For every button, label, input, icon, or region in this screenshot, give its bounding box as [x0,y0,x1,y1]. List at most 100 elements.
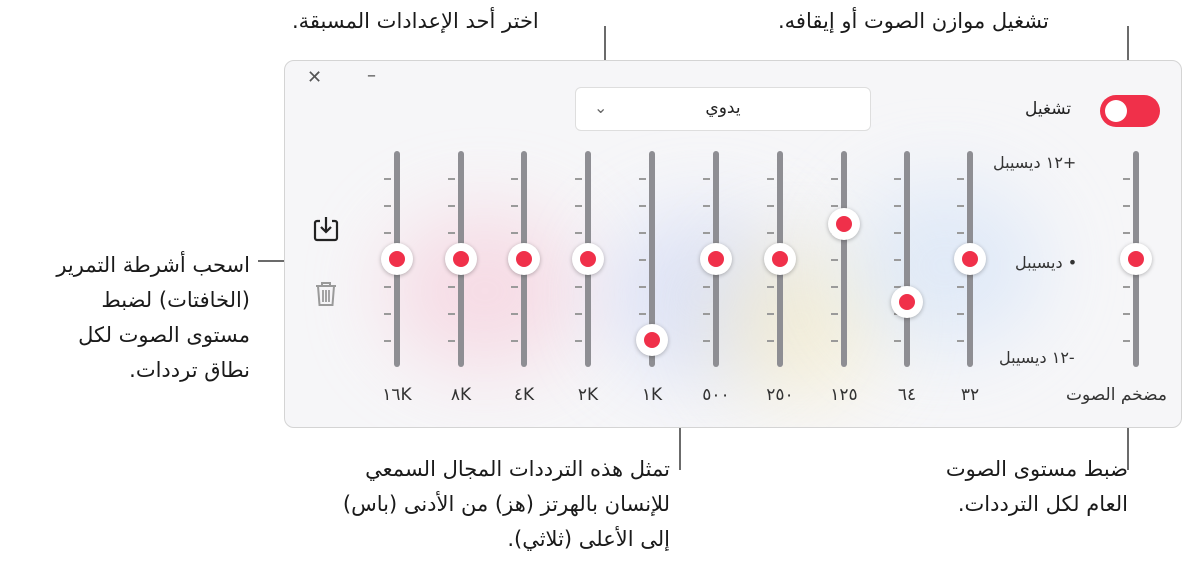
band-slider-8-thumb[interactable] [445,243,477,275]
tick-mark [448,205,455,207]
frequency-label: ٦٤ [897,385,917,405]
frequency-label: ٥٠٠ [702,385,730,405]
band-slider-1-track[interactable] [904,151,910,367]
tick-mark [384,286,391,288]
band-slider-6-thumb[interactable] [572,243,604,275]
tick-mark [831,205,838,207]
frequency-label: ١٦K [382,385,412,405]
toggle-label: تشغيل [1025,99,1072,119]
tick-mark [831,178,838,180]
tick-mark [639,313,646,315]
equalizer-toggle[interactable] [1100,95,1160,127]
toggle-knob [1105,100,1127,122]
preamp-label: مضخم الصوت [1066,385,1167,405]
tick-mark [639,286,646,288]
callout-frequencies: تمثل هذه الترددات المجال السمعي للإنسان … [270,452,670,557]
callout-sliders: اسحب أشرطة التمرير (الخافتات) لضبط مستوى… [10,248,250,388]
band-slider-3-thumb[interactable] [764,243,796,275]
preamp-slider-thumb[interactable] [1120,243,1152,275]
tick-mark [511,340,518,342]
tick-mark [957,286,964,288]
callout-frequencies-line: إلى الأعلى (ثلاثي). [507,527,670,551]
callout-sliders-line: اسحب أشرطة التمرير [56,253,250,277]
background-glow [385,211,585,371]
callout-preamp-line: ضبط مستوى الصوت [945,457,1128,481]
tick-mark [703,313,710,315]
tick-mark [511,178,518,180]
equalizer-window: ✕ – ⌄ يدوي تشغيل +١٢ ديسيبل • ديسيبل -١٢… [284,60,1182,428]
tick-mark [575,313,582,315]
tick-mark [575,205,582,207]
tick-mark [894,340,901,342]
callout-preset: اختر أحد الإعدادات المسبقة. [292,9,539,33]
band-slider-4-thumb[interactable] [700,243,732,275]
tick-mark [639,178,646,180]
tick-mark [1123,340,1130,342]
minimize-icon[interactable]: – [367,65,376,86]
callout-frequencies-line: للإنسان بالهرتز (هز) من الأدنى (باس) [342,492,670,516]
tick-mark [1123,286,1130,288]
band-slider-2-thumb[interactable] [828,208,860,241]
tick-mark [575,178,582,180]
tick-mark [639,259,646,261]
tick-mark [894,205,901,207]
frequency-label: ٢K [577,385,599,405]
tick-mark [511,313,518,315]
tick-mark [767,313,774,315]
frequency-label: ١K [641,385,663,405]
tick-mark [384,313,391,315]
tick-mark [1123,178,1130,180]
tick-mark [575,340,582,342]
band-slider-2-track[interactable] [841,151,847,367]
tick-mark [448,232,455,234]
frequency-label: ١٢٥ [830,385,858,405]
tick-mark [575,286,582,288]
callout-preamp: ضبط مستوى الصوت العام لكل الترددات. [882,452,1128,522]
save-download-icon[interactable] [312,215,340,249]
tick-mark [894,232,901,234]
tick-mark [384,205,391,207]
tick-mark [767,205,774,207]
preset-value: يدوي [705,98,741,118]
frequency-label: ٨K [450,385,472,405]
band-slider-9-thumb[interactable] [381,243,413,275]
tick-mark [384,232,391,234]
band-slider-0-thumb[interactable] [954,243,986,275]
frequency-label: ٢٥٠ [766,385,794,405]
callout-sliders-line: مستوى الصوت لكل [78,323,250,347]
tick-mark [957,313,964,315]
tick-mark [703,178,710,180]
tick-mark [511,205,518,207]
frequency-label: ٤K [513,385,535,405]
band-slider-1-thumb[interactable] [891,285,923,318]
tick-mark [1123,313,1130,315]
tick-mark [894,178,901,180]
callout-frequencies-line: تمثل هذه الترددات المجال السمعي [365,457,670,481]
callout-preamp-line: العام لكل الترددات. [957,492,1128,516]
tick-mark [384,340,391,342]
tick-mark [1123,232,1130,234]
trash-icon[interactable] [312,279,340,313]
tick-mark [957,178,964,180]
tick-mark [1123,205,1130,207]
tick-mark [511,286,518,288]
close-icon[interactable]: ✕ [307,67,322,88]
tick-mark [703,232,710,234]
tick-mark [831,286,838,288]
db-label-top: +١٢ ديسيبل [993,153,1077,172]
tick-mark [703,205,710,207]
db-label-bottom: -١٢ ديسيبل [999,348,1075,367]
tick-mark [703,286,710,288]
tick-mark [957,340,964,342]
band-slider-7-thumb[interactable] [508,243,540,275]
tick-mark [957,205,964,207]
preset-dropdown[interactable]: ⌄ يدوي [575,87,871,131]
tick-mark [575,232,582,234]
tick-mark [384,178,391,180]
tick-mark [831,313,838,315]
tick-mark [957,232,964,234]
callout-sliders-line: نطاق ترددات. [129,358,250,382]
tick-mark [894,259,901,261]
tick-mark [703,340,710,342]
tick-mark [639,205,646,207]
